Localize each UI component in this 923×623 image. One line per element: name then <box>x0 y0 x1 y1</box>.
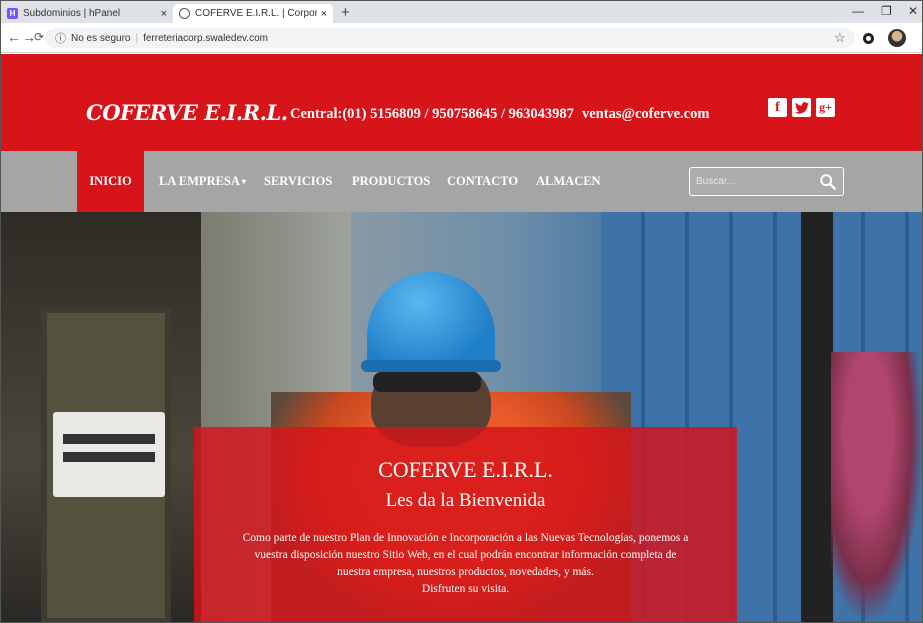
welcome-subtitle: Les da la Bienvenida <box>385 490 546 511</box>
menu-item-inicio[interactable]: INICIO <box>77 151 144 212</box>
hero-bg-sign-text <box>63 452 155 462</box>
contact-email[interactable]: ventas@coferve.com <box>582 106 709 123</box>
tab-title: Subdominios | hPanel <box>23 8 121 19</box>
browser-window: H Subdominios | hPanel × COFERVE E.I.R.L… <box>0 0 923 623</box>
tab-close-icon[interactable]: × <box>321 8 327 20</box>
hpanel-favicon-icon: H <box>7 8 18 19</box>
reload-icon[interactable]: ⟳ <box>34 30 44 44</box>
menu-item-label: SERVICIOS <box>264 174 333 188</box>
hero-bg-pole <box>801 212 833 622</box>
back-icon[interactable]: ← <box>7 29 21 45</box>
hero-hard-hat <box>367 272 495 372</box>
central-phones: Central:(01) 5156809 / 950758645 / 96304… <box>290 106 574 122</box>
dropdown-caret-icon: ▾ <box>241 177 246 186</box>
url-text: ferreteriacorp.swaledev.com <box>143 32 268 44</box>
extension-icon[interactable] <box>863 33 874 44</box>
menu-item-productos[interactable]: PRODUCTOS <box>352 151 430 212</box>
tab-coferve[interactable]: COFERVE E.I.R.L. | Corporacion Fe × <box>173 4 333 23</box>
welcome-line: Disfruten su visita. <box>421 583 510 595</box>
close-window-icon[interactable]: ✕ <box>908 4 918 18</box>
menu-item-servicios[interactable]: SERVICIOS <box>264 151 332 212</box>
welcome-line: vuestra disposición nuestro Sitio Web, e… <box>254 549 677 561</box>
address-bar: ← → ⟳ ⓘ No es seguro | ferreteriacorp.sw… <box>1 23 922 53</box>
menu-item-almacen[interactable]: ALMACEN <box>536 151 601 212</box>
search-box <box>689 167 844 196</box>
facebook-icon[interactable]: f <box>768 98 787 117</box>
menu-item-label: CONTACTO <box>447 174 519 188</box>
menu-item-label: INICIO <box>89 174 132 188</box>
url-field[interactable]: ⓘ No es seguro | ferreteriacorp.swaledev… <box>45 28 855 48</box>
welcome-text: Como parte de nuestro Plan de Innovación… <box>194 530 737 598</box>
menu-item-contacto[interactable]: CONTACTO <box>447 151 518 212</box>
main-navbar: INICIO LA EMPRESA ▾ SERVICIOS PRODUCTOS … <box>1 151 922 212</box>
restore-icon[interactable]: ❐ <box>881 4 892 18</box>
globe-favicon-icon <box>179 8 190 19</box>
hero-bg-sign-text <box>63 434 155 444</box>
minimize-icon[interactable]: — <box>852 4 864 18</box>
tab-title: COFERVE E.I.R.L. | Corporacion Fe <box>195 8 317 19</box>
welcome-line: nuestra empresa, nuestros productos, nov… <box>337 566 594 578</box>
site-logo[interactable]: COFERVE E.I.R.L. <box>86 100 288 125</box>
google-plus-icon[interactable]: g+ <box>816 98 835 117</box>
tab-close-icon[interactable]: × <box>161 8 167 20</box>
search-input[interactable] <box>696 172 811 191</box>
menu-item-la-empresa[interactable]: LA EMPRESA ▾ <box>159 151 246 212</box>
search-icon[interactable] <box>819 173 837 191</box>
welcome-overlay: COFERVE E.I.R.L. Les da la Bienvenida Co… <box>194 427 737 622</box>
hero-banner: COFERVE E.I.R.L. Les da la Bienvenida Co… <box>1 212 922 622</box>
new-tab-button[interactable]: + <box>341 4 350 21</box>
info-icon[interactable]: ⓘ <box>55 30 66 46</box>
site-header: COFERVE E.I.R.L. Central:(01) 5156809 / … <box>1 54 922 151</box>
menu-kebab-icon[interactable]: ⋮ <box>916 30 922 46</box>
menu-item-label: PRODUCTOS <box>352 174 431 188</box>
bookmark-star-icon[interactable]: ☆ <box>834 30 846 46</box>
welcome-title: COFERVE E.I.R.L. <box>378 457 553 482</box>
security-label: No es seguro <box>71 32 131 44</box>
profile-avatar[interactable] <box>888 29 906 47</box>
tab-strip: H Subdominios | hPanel × COFERVE E.I.R.L… <box>1 1 922 23</box>
twitter-bird-icon <box>794 101 809 114</box>
hero-bg-person <box>831 352 922 622</box>
menu-item-label: LA EMPRESA <box>159 174 240 188</box>
twitter-icon[interactable] <box>792 98 811 117</box>
welcome-line: Como parte de nuestro Plan de Innovación… <box>242 532 689 544</box>
hero-hat-brim <box>361 360 501 372</box>
tab-subdominios[interactable]: H Subdominios | hPanel × <box>7 4 173 23</box>
divider: | <box>135 32 139 44</box>
menu-item-label: ALMACEN <box>536 174 601 188</box>
hero-hat-strap <box>373 372 481 392</box>
